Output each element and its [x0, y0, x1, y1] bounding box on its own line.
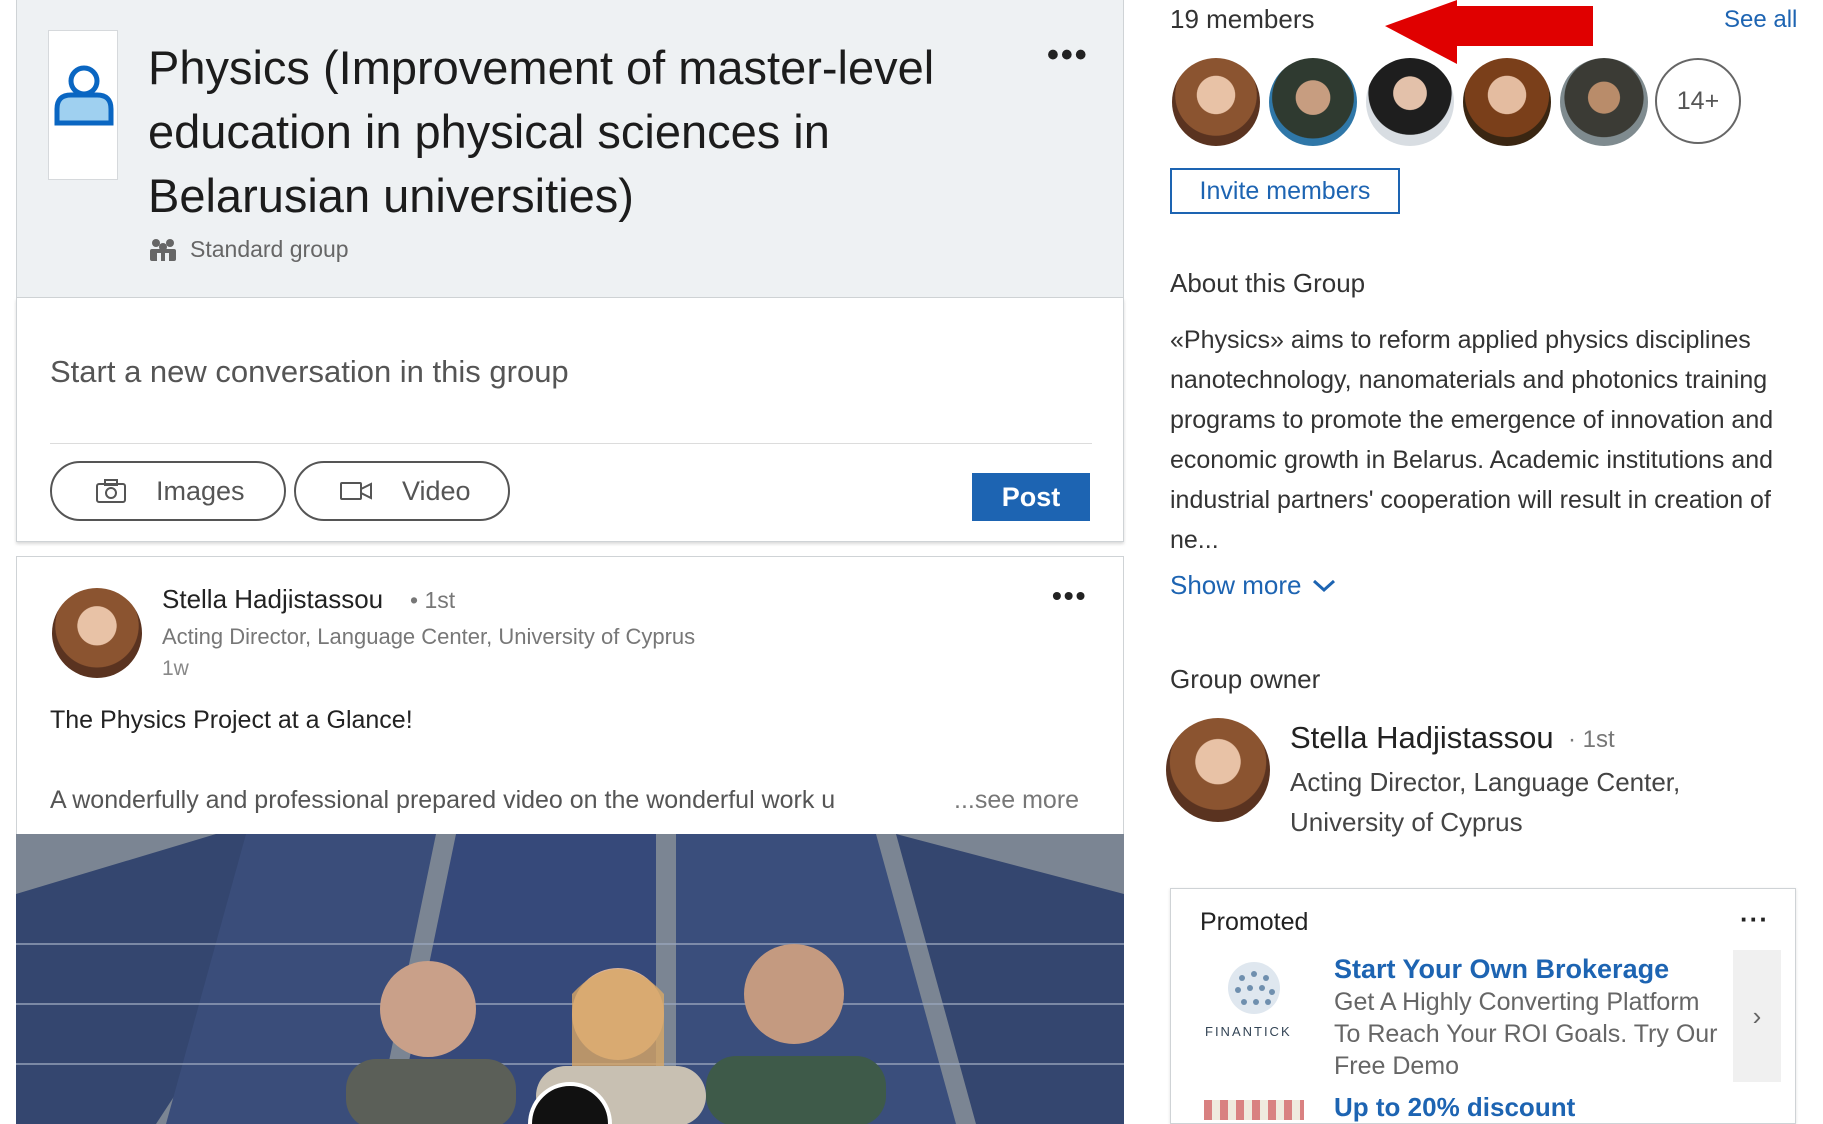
annotation-arrow-icon — [1385, 0, 1593, 64]
images-label: Images — [156, 475, 245, 506]
group-more-menu-icon[interactable]: ••• — [1047, 36, 1089, 75]
author-avatar[interactable] — [52, 588, 142, 678]
owner-avatar[interactable] — [1166, 718, 1270, 822]
finantick-logo-text: FINANTICK — [1205, 1024, 1292, 1039]
finantick-globe-icon — [1228, 962, 1280, 1014]
ad-title-2[interactable]: Up to 20% discount — [1334, 1092, 1575, 1123]
about-text: «Physics» aims to reform applied physics… — [1170, 326, 1774, 554]
new-conversation-input[interactable]: Start a new conversation in this group — [50, 354, 569, 390]
post-button[interactable]: Post — [972, 473, 1090, 521]
video-label: Video — [402, 475, 471, 506]
group-type: Standard group — [148, 236, 349, 263]
member-avatar[interactable] — [1560, 58, 1648, 146]
show-more-button[interactable]: Show more — [1170, 570, 1336, 601]
composer-divider — [50, 443, 1092, 444]
about-heading: About this Group — [1170, 268, 1366, 298]
group-type-label: Standard group — [190, 236, 349, 262]
ad2-logo — [1204, 1100, 1304, 1120]
promoted-more-menu-icon[interactable]: ··· — [1740, 904, 1769, 935]
post-more-menu-icon[interactable]: ••• — [1052, 580, 1087, 612]
owner-degree: · 1st — [1568, 726, 1615, 753]
camera-icon — [96, 479, 126, 503]
see-more-link[interactable]: ...see more — [954, 786, 1079, 815]
invite-members-button[interactable]: Invite members — [1170, 168, 1400, 214]
promoted-label: Promoted — [1200, 908, 1309, 936]
post-body: A wonderfully and professional prepared … — [50, 786, 836, 814]
author-name[interactable]: Stella Hadjistassou — [162, 584, 383, 615]
group-title: Physics (Improvement of master-level edu… — [148, 41, 935, 222]
post-time: 1w — [162, 657, 189, 680]
ad-next-arrow-icon[interactable]: › — [1733, 950, 1781, 1082]
see-all-members-link[interactable]: See all — [1724, 6, 1797, 34]
member-avatar[interactable] — [1269, 58, 1357, 146]
member-avatar[interactable] — [1463, 58, 1551, 146]
people-group-icon — [150, 238, 176, 261]
group-user-icon — [54, 65, 114, 126]
ad-title[interactable]: Start Your Own Brokerage — [1334, 954, 1669, 985]
ad-description: Get A Highly Converting Platform To Reac… — [1334, 988, 1718, 1080]
owner-name[interactable]: Stella Hadjistassou — [1290, 720, 1554, 756]
video-button[interactable]: Video — [294, 461, 510, 521]
post-heading: The Physics Project at a Glance! — [50, 706, 413, 734]
group-owner-heading: Group owner — [1170, 664, 1321, 694]
video-camera-icon — [340, 480, 372, 502]
show-more-label: Show more — [1170, 570, 1302, 600]
member-avatar[interactable] — [1366, 58, 1454, 146]
member-avatar[interactable] — [1172, 58, 1260, 146]
group-logo — [48, 30, 118, 180]
images-button[interactable]: Images — [50, 461, 286, 521]
post-video-thumbnail[interactable] — [16, 834, 1124, 1124]
author-headline: Acting Director, Language Center, Univer… — [162, 624, 696, 649]
author-degree: • 1st — [410, 587, 456, 613]
owner-headline: Acting Director, Language Center, Univer… — [1290, 767, 1681, 837]
more-members-button[interactable]: 14+ — [1655, 58, 1741, 144]
chevron-down-icon — [1312, 579, 1335, 592]
members-count: 19 members — [1170, 4, 1315, 34]
solar-panels-photo — [16, 834, 1124, 1124]
